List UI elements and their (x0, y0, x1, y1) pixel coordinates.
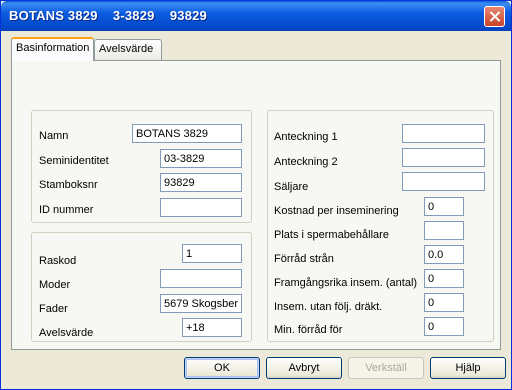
fader-label: Fader (39, 303, 68, 315)
cancel-button[interactable]: Avbryt (266, 357, 342, 379)
stamboksnr-field[interactable] (160, 173, 242, 192)
insem-utan-field[interactable] (424, 293, 464, 312)
tab-avelsvarde-label: Avelsvärde (99, 43, 154, 55)
close-icon[interactable] (484, 6, 505, 27)
identity-group: Namn Seminidentitet Stamboksnr ID nummer (31, 110, 252, 223)
plats-field[interactable] (424, 221, 464, 240)
anteckning1-label: Anteckning 1 (274, 131, 338, 143)
forrad-field[interactable] (424, 245, 464, 264)
anteckning1-field[interactable] (402, 124, 485, 143)
framgang-field[interactable] (424, 269, 464, 288)
name-field[interactable] (132, 124, 242, 143)
help-button[interactable]: Hjälp (430, 357, 506, 379)
stamboksnr-label: Stamboksnr (39, 179, 98, 191)
apply-button[interactable]: Verkställ (348, 357, 424, 379)
kostnad-field[interactable] (424, 197, 464, 216)
plats-label: Plats i spermabehållare (274, 229, 389, 241)
insem-utan-label: Insem. utan följ. dräkt. (274, 301, 383, 313)
forrad-label: Förråd strån (274, 253, 334, 265)
framgang-label: Framgångsrika insem. (antal) (274, 277, 418, 289)
tab-basinformation-label: Basinformation (16, 42, 90, 54)
anteckning2-label: Anteckning 2 (274, 156, 338, 168)
seminidentitet-label: Seminidentitet (39, 155, 109, 167)
dialog-window: BOTANS 3829 3-3829 93829 Basinformation … (0, 0, 512, 390)
moder-label: Moder (39, 279, 71, 291)
window-title: BOTANS 3829 3-3829 93829 (9, 8, 207, 23)
fader-field[interactable] (160, 294, 242, 313)
min-forrad-label: Min. förråd för (274, 324, 343, 336)
min-forrad-field[interactable] (424, 317, 464, 336)
dialog-client: Basinformation Avelsvärde Namn Seminiden… (4, 31, 508, 387)
tab-panel: Namn Seminidentitet Stamboksnr ID nummer… (11, 60, 501, 350)
kostnad-label: Kostnad per inseminering (274, 205, 399, 217)
id-nummer-field[interactable] (160, 198, 242, 217)
notes-group: Anteckning 1 Anteckning 2 Säljare Kostna… (267, 110, 494, 342)
tab-avelsvarde[interactable]: Avelsvärde (94, 39, 162, 60)
breeding-group: Raskod Moder Fader Avelsvärde (31, 232, 252, 342)
name-label: Namn (39, 130, 69, 142)
saljare-field[interactable] (402, 172, 485, 191)
saljare-label: Säljare (274, 181, 309, 193)
moder-field[interactable] (160, 269, 242, 288)
seminidentitet-field[interactable] (160, 149, 242, 168)
id-nummer-label: ID nummer (39, 204, 94, 216)
title-bar[interactable]: BOTANS 3829 3-3829 93829 (1, 1, 511, 31)
raskod-label: Raskod (39, 255, 77, 267)
anteckning2-field[interactable] (402, 148, 485, 167)
tab-basinformation[interactable]: Basinformation (11, 37, 94, 61)
avelsvarde-field[interactable] (182, 318, 242, 337)
avelsvarde-label: Avelsvärde (39, 327, 94, 339)
ok-button[interactable]: OK (184, 357, 260, 379)
raskod-field[interactable] (182, 244, 242, 263)
